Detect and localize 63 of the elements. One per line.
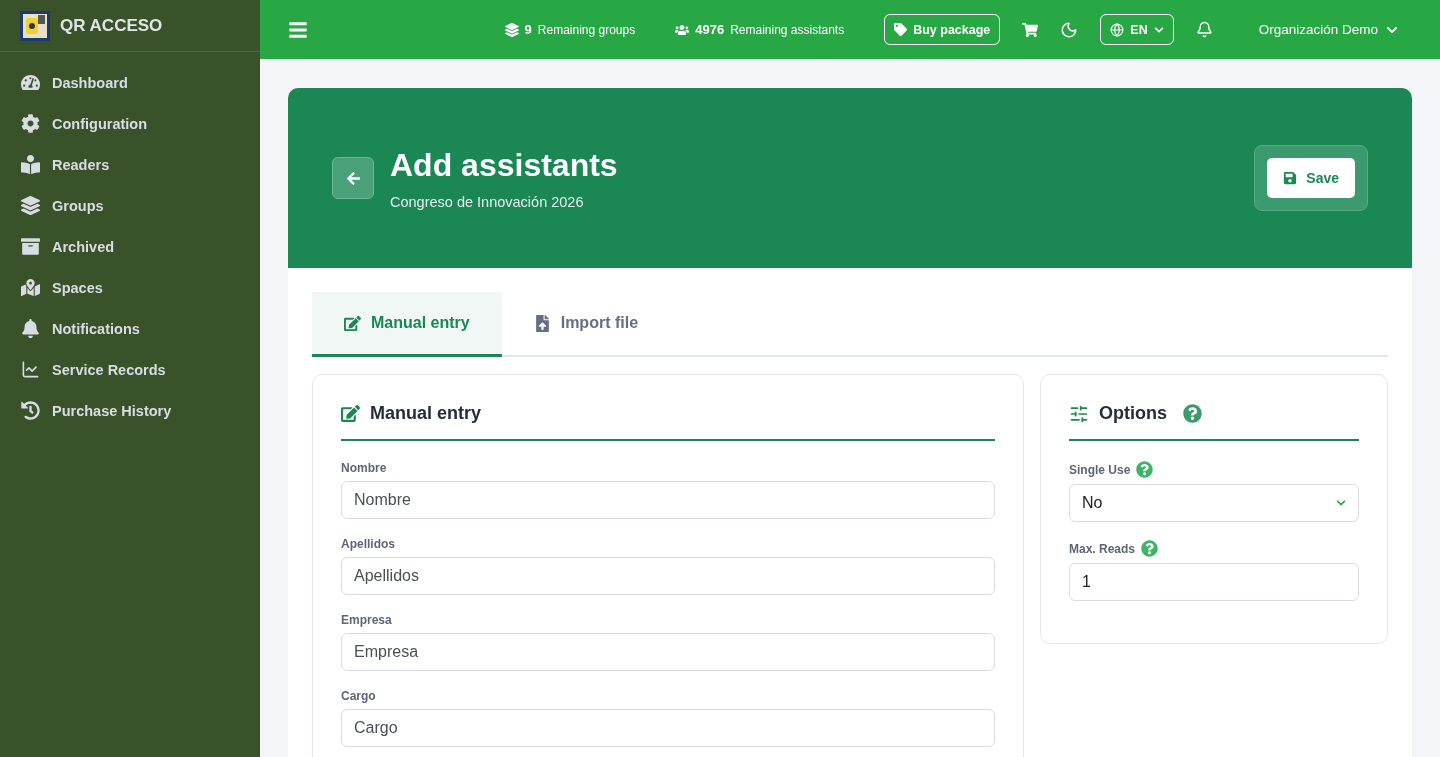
history-icon bbox=[20, 401, 40, 420]
help-icon[interactable] bbox=[1136, 461, 1154, 478]
file-upload-icon bbox=[533, 314, 551, 332]
save-button[interactable]: Save bbox=[1267, 158, 1355, 198]
chevron-down-icon bbox=[1153, 24, 1164, 35]
layers-icon bbox=[20, 196, 40, 215]
panel-title: Options bbox=[1099, 403, 1167, 424]
archive-box-icon bbox=[20, 237, 40, 256]
moon-icon[interactable] bbox=[1060, 20, 1079, 39]
cart-icon[interactable] bbox=[1022, 21, 1039, 38]
sidebar-item[interactable]: Service Records bbox=[0, 349, 260, 390]
back-button[interactable] bbox=[332, 157, 374, 199]
save-icon bbox=[1283, 171, 1298, 185]
field-label: Apellidos bbox=[341, 537, 395, 551]
gauge-icon bbox=[20, 73, 40, 92]
sliders-icon bbox=[1069, 403, 1089, 424]
select-field[interactable]: No bbox=[1069, 484, 1359, 522]
users-icon bbox=[675, 22, 690, 37]
stat-count: 4976 bbox=[695, 22, 725, 37]
tab[interactable]: Import file bbox=[501, 292, 671, 357]
map-icon bbox=[20, 278, 40, 297]
field-label: Cargo bbox=[341, 689, 376, 703]
field-label: Empresa bbox=[341, 613, 392, 627]
input-field[interactable]: Nombre bbox=[341, 481, 995, 519]
sidebar-item[interactable]: Readers bbox=[0, 144, 260, 185]
input-field[interactable]: 1 bbox=[1069, 563, 1359, 601]
help-icon[interactable] bbox=[1141, 540, 1159, 557]
line-chart-icon bbox=[20, 360, 40, 379]
settings-icon bbox=[20, 114, 40, 133]
field-label: Nombre bbox=[341, 461, 387, 475]
bell-icon bbox=[20, 319, 40, 338]
sidebar-item[interactable]: Archived bbox=[0, 226, 260, 267]
page-title: Add assistants bbox=[390, 146, 618, 184]
field-label: Single Use bbox=[1069, 462, 1131, 477]
arrow-left-icon bbox=[345, 170, 361, 186]
stat-label: Remaining assistants bbox=[730, 22, 845, 37]
reader-icon bbox=[20, 155, 40, 174]
help-icon[interactable] bbox=[1183, 404, 1202, 423]
brand-name: QR ACCESO bbox=[60, 15, 163, 36]
tab[interactable]: Manual entry bbox=[312, 292, 502, 357]
page-subtitle: Congreso de Innovación 2026 bbox=[390, 193, 585, 210]
stat-label: Remaining groups bbox=[537, 22, 636, 37]
layers-icon bbox=[504, 22, 519, 37]
sidebar-item[interactable]: Notifications bbox=[0, 308, 260, 349]
globe-icon bbox=[1110, 22, 1125, 37]
sidebar-item[interactable]: Purchase History bbox=[0, 390, 260, 431]
tag-icon bbox=[894, 23, 908, 36]
panel-title: Manual entry bbox=[370, 403, 482, 424]
sidebar-item[interactable]: Spaces bbox=[0, 267, 260, 308]
chevron-down-icon bbox=[1336, 498, 1346, 508]
sidebar-item[interactable]: Configuration bbox=[0, 103, 260, 144]
menu-button[interactable] bbox=[288, 19, 308, 40]
input-field[interactable]: Cargo bbox=[341, 709, 995, 747]
field-label: Max. Reads bbox=[1069, 541, 1136, 556]
stat-count: 9 bbox=[524, 22, 532, 37]
input-field[interactable]: Apellidos bbox=[341, 557, 995, 595]
sidebar-item[interactable]: Dashboard bbox=[0, 62, 260, 103]
input-field[interactable]: Empresa bbox=[341, 633, 995, 671]
sidebar-item[interactable]: Groups bbox=[0, 185, 260, 226]
bell-icon[interactable] bbox=[1195, 21, 1213, 38]
edit-icon bbox=[341, 404, 360, 423]
edit-icon bbox=[344, 314, 361, 332]
logo-icon bbox=[20, 10, 50, 41]
